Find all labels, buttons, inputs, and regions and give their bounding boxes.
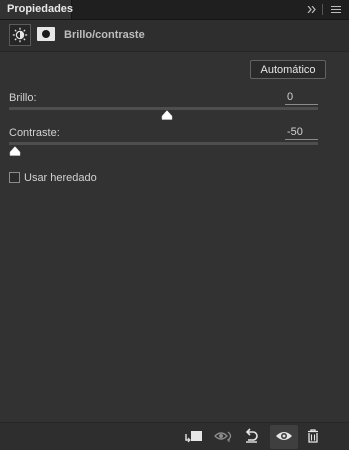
use-legacy-checkbox[interactable] xyxy=(9,172,20,183)
reset-icon[interactable] xyxy=(242,428,262,446)
brightness-value-field[interactable]: 0 xyxy=(285,91,318,105)
strip-divider xyxy=(322,4,323,15)
contrast-value-field[interactable]: -50 xyxy=(285,126,318,140)
panel-tab-strip: Propiedades xyxy=(0,0,349,20)
trash-icon[interactable] xyxy=(303,428,323,446)
properties-panel: Propiedades Brillo/contraste Automático … xyxy=(0,0,349,450)
contrast-label: Contraste: xyxy=(9,127,60,139)
auto-button[interactable]: Automático xyxy=(250,60,326,79)
view-previous-state-icon[interactable] xyxy=(213,428,233,446)
contrast-slider-track[interactable] xyxy=(9,142,318,145)
layer-mask-icon[interactable] xyxy=(37,27,55,41)
visibility-eye-icon[interactable] xyxy=(270,425,298,449)
tab-properties[interactable]: Propiedades xyxy=(0,0,73,19)
brightness-slider-thumb[interactable] xyxy=(161,110,173,120)
properties-footer xyxy=(0,422,349,450)
adjustment-title: Brillo/contraste xyxy=(64,29,145,41)
mask-dot xyxy=(42,30,50,38)
brightness-label: Brillo: xyxy=(9,92,37,104)
panel-menu-icon[interactable] xyxy=(328,0,344,19)
collapse-panel-icon[interactable] xyxy=(304,0,320,19)
brightness-contrast-icon[interactable] xyxy=(9,24,31,46)
contrast-slider-thumb[interactable] xyxy=(9,146,21,156)
use-legacy-label: Usar heredado xyxy=(24,172,97,184)
properties-header: Brillo/contraste xyxy=(0,20,349,52)
clip-to-layer-icon[interactable] xyxy=(184,428,204,446)
